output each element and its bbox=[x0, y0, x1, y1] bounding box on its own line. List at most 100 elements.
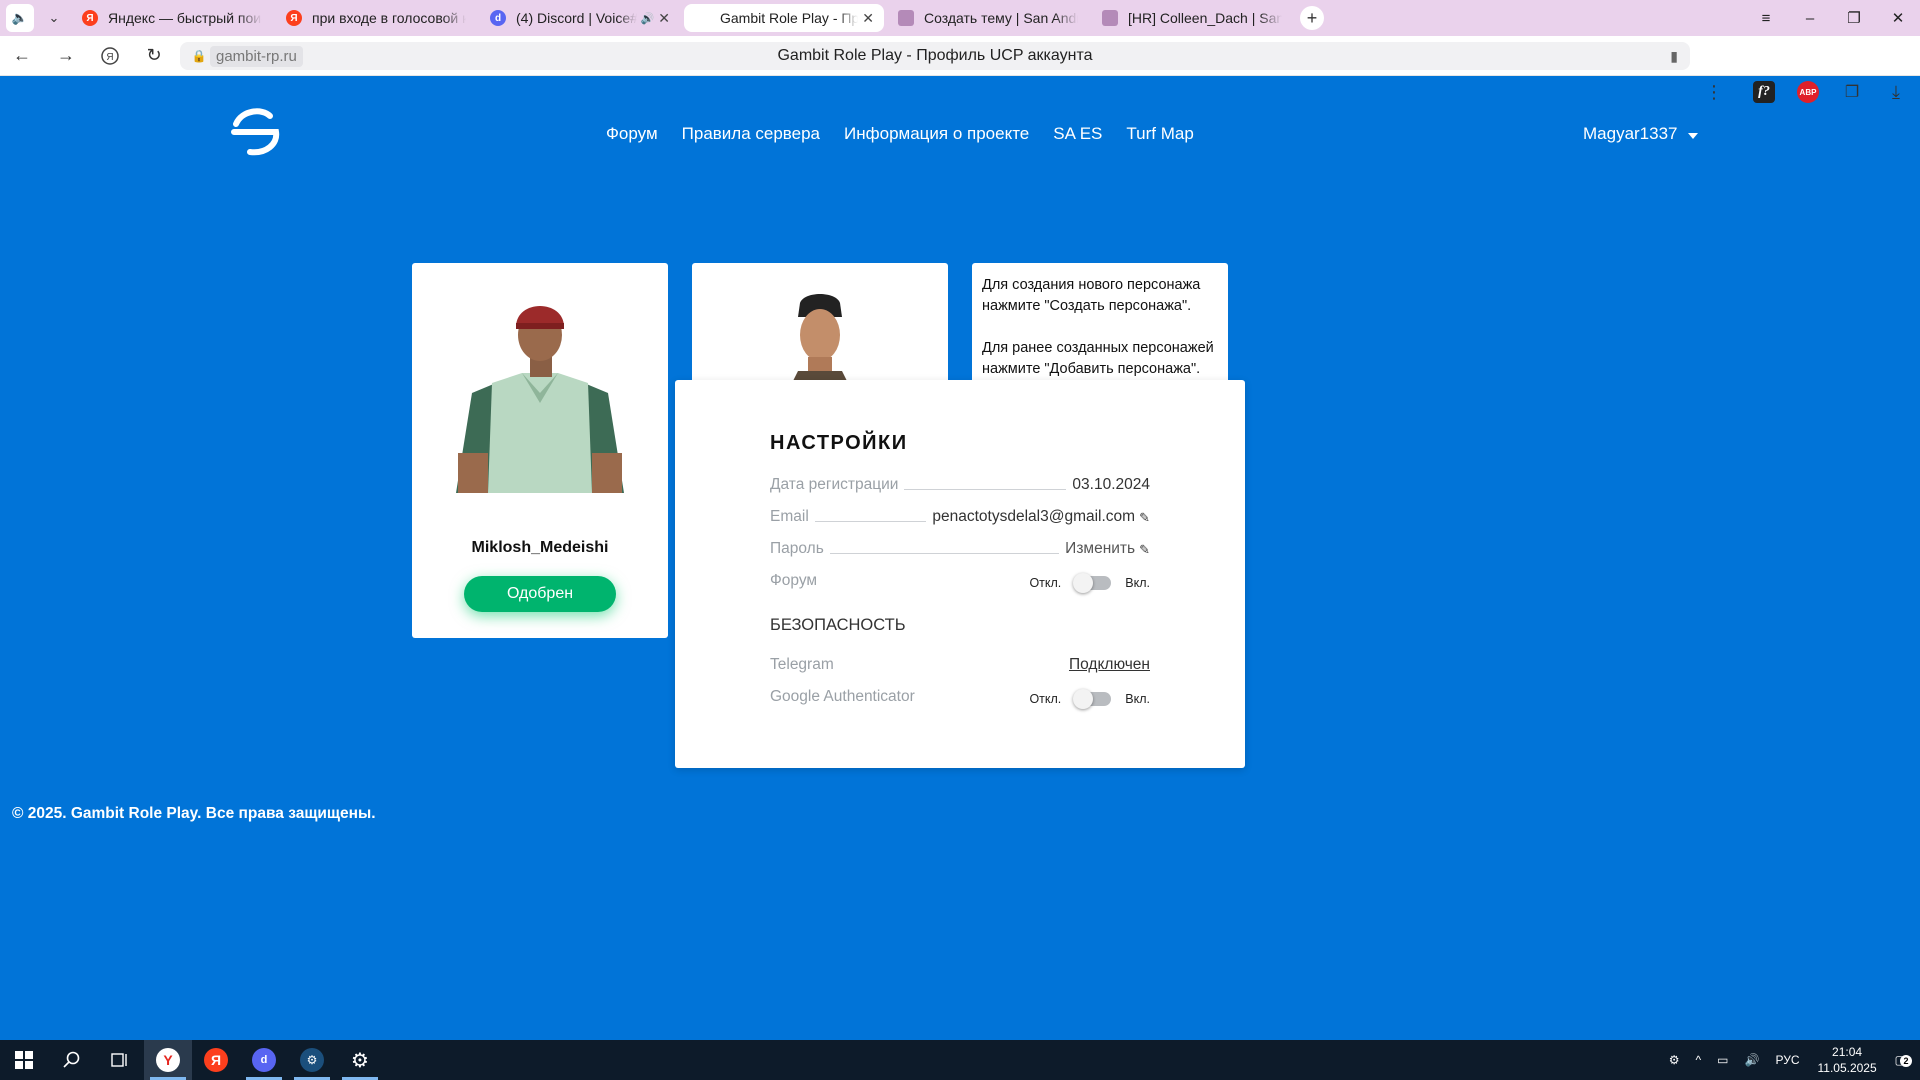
toggle-off-label: Откл. bbox=[1029, 576, 1062, 590]
telegram-row: Telegram Подключен bbox=[770, 652, 1150, 674]
tab-title: при входе в голосовой ка bbox=[312, 10, 466, 26]
nav-project-info[interactable]: Информация о проекте bbox=[844, 124, 1029, 144]
email-row: Email penactotysdelal3@gmail.com ✎ bbox=[770, 504, 1150, 526]
browser-tab[interactable]: d (4) Discord | Voice#1 🔊 ✕ bbox=[480, 4, 680, 32]
info-add-text: Для ранее созданных персонажей нажмите "… bbox=[982, 340, 1214, 377]
svg-text:Я: Я bbox=[106, 52, 113, 63]
back-icon[interactable]: ← bbox=[0, 36, 44, 76]
forum-toggle[interactable] bbox=[1073, 573, 1112, 593]
sound-icon[interactable]: 🔊 bbox=[641, 12, 655, 25]
extension-f-icon[interactable]: f? bbox=[1744, 72, 1784, 112]
nav-sa-es[interactable]: SA ES bbox=[1053, 124, 1102, 144]
character-avatar bbox=[792, 294, 848, 383]
browser-tab[interactable]: [HR] Colleen_Dach | San A bbox=[1092, 4, 1292, 32]
character-card[interactable]: Miklosh_Medeishi Одобрен bbox=[412, 263, 668, 638]
notification-count: 2 bbox=[1900, 1055, 1912, 1067]
forum-label: Форум bbox=[770, 572, 818, 589]
settings-gear-icon[interactable]: ⚙ bbox=[336, 1040, 384, 1080]
google-auth-toggle[interactable] bbox=[1073, 689, 1112, 709]
toggle-off-label: Откл. bbox=[1029, 692, 1062, 706]
security-title: БЕЗОПАСНОСТЬ bbox=[770, 616, 906, 634]
dotted-divider bbox=[814, 521, 927, 522]
lock-icon[interactable]: 🔒 bbox=[188, 49, 210, 63]
language-indicator[interactable]: РУС bbox=[1767, 1053, 1807, 1067]
tab-title: Создать тему | San Andre bbox=[924, 10, 1078, 26]
new-tab-button[interactable]: + bbox=[1300, 6, 1324, 30]
toggle-knob bbox=[1073, 689, 1094, 709]
yandex-browser-taskbar-icon[interactable]: Y bbox=[144, 1040, 192, 1080]
clock[interactable]: 21:04 11.05.2025 bbox=[1807, 1044, 1886, 1076]
info-create-text: Для создания нового персонажа нажмите "С… bbox=[982, 277, 1201, 314]
info-card: Для создания нового персонажа нажмите "С… bbox=[972, 263, 1228, 383]
page-title-in-url: Gambit Role Play - Профиль UCP аккаунта bbox=[777, 47, 1093, 64]
mute-icon[interactable]: 🔈 bbox=[6, 4, 34, 32]
forum-toggle-group: Откл. Вкл. bbox=[1029, 573, 1150, 593]
status-approved-button[interactable]: Одобрен bbox=[464, 576, 616, 612]
menu-icon[interactable]: ≡ bbox=[1744, 0, 1788, 36]
yandex-icon: Я bbox=[286, 10, 302, 26]
settings-title: НАСТРОЙКИ bbox=[770, 432, 908, 454]
close-tab-icon[interactable]: ✕ bbox=[862, 10, 874, 27]
system-tray: ⚙ ^ ▭ 🔊 РУС 21:04 11.05.2025 ▢2 bbox=[1661, 1040, 1920, 1080]
people-icon[interactable]: ⚙ bbox=[1661, 1053, 1688, 1067]
telegram-connected-link[interactable]: Подключен bbox=[1069, 656, 1150, 674]
password-label: Пароль bbox=[770, 540, 824, 557]
nav-forum[interactable]: Форум bbox=[606, 124, 658, 144]
browser-tab-bar: 🔈 ⌄ Я Яндекс — быстрый поиск Я при входе… bbox=[0, 0, 1920, 36]
url-field[interactable]: 🔒 gambit-rp.ru Gambit Role Play - Профил… bbox=[180, 42, 1690, 70]
google-auth-label: Google Authenticator bbox=[770, 688, 915, 705]
toggle-on-label: Вкл. bbox=[1125, 692, 1150, 706]
window-controls: ≡ – ❐ ✕ bbox=[1744, 0, 1920, 36]
download-icon[interactable]: ⤓ bbox=[1876, 72, 1916, 112]
minimize-icon[interactable]: – bbox=[1788, 0, 1832, 36]
edit-password-pencil-icon[interactable]: ✎ bbox=[1139, 542, 1150, 558]
nav-turf-map[interactable]: Turf Map bbox=[1126, 124, 1193, 144]
browser-tab[interactable]: Я при входе в голосовой ка bbox=[276, 4, 476, 32]
windows-start-icon[interactable] bbox=[0, 1040, 48, 1080]
forum-icon bbox=[898, 10, 914, 26]
chevron-up-icon[interactable]: ^ bbox=[1688, 1053, 1710, 1067]
chevron-down-icon bbox=[1687, 133, 1698, 139]
notifications-icon[interactable]: ▢2 bbox=[1887, 1053, 1920, 1067]
character-avatar bbox=[456, 306, 624, 493]
nav-server-rules[interactable]: Правила сервера bbox=[682, 124, 820, 144]
google-auth-row: Google Authenticator Откл. Вкл. bbox=[770, 684, 1150, 709]
edit-email-pencil-icon[interactable]: ✎ bbox=[1139, 510, 1150, 526]
volume-icon[interactable]: 🔊 bbox=[1737, 1053, 1768, 1067]
footer-copyright: © 2025. Gambit Role Play. Все права защи… bbox=[12, 805, 376, 822]
more-icon[interactable]: ⋮ bbox=[1694, 72, 1734, 112]
bookmark-icon[interactable]: ▮ bbox=[1670, 48, 1678, 65]
tab-list-chevron-icon[interactable]: ⌄ bbox=[40, 4, 68, 32]
toggle-knob bbox=[1073, 573, 1094, 593]
close-window-icon[interactable]: ✕ bbox=[1876, 0, 1920, 36]
browser-tab[interactable]: Создать тему | San Andre bbox=[888, 4, 1088, 32]
taskbar: Y Я d ⚙ ⚙ ⚙ ^ ▭ 🔊 РУС 21:04 11.05.2025 ▢… bbox=[0, 1040, 1920, 1080]
forum-icon bbox=[1102, 10, 1118, 26]
yandex-taskbar-icon[interactable]: Я bbox=[192, 1040, 240, 1080]
gambit-icon bbox=[694, 10, 710, 26]
gambit-logo-icon[interactable] bbox=[228, 102, 288, 162]
change-password-link[interactable]: Изменить bbox=[1065, 540, 1135, 558]
discord-icon: d bbox=[490, 10, 506, 26]
close-tab-icon[interactable]: ✕ bbox=[658, 10, 670, 27]
email-label: Email bbox=[770, 508, 809, 525]
search-icon[interactable] bbox=[48, 1040, 96, 1080]
browser-tab[interactable]: Я Яндекс — быстрый поиск bbox=[72, 4, 272, 32]
url-domain[interactable]: gambit-rp.ru bbox=[210, 45, 303, 67]
discord-taskbar-icon[interactable]: d bbox=[240, 1040, 288, 1080]
restore-icon[interactable]: ❐ bbox=[1832, 0, 1876, 36]
clock-date: 11.05.2025 bbox=[1817, 1061, 1877, 1075]
task-view-icon[interactable] bbox=[96, 1040, 144, 1080]
steam-taskbar-icon[interactable]: ⚙ bbox=[288, 1040, 336, 1080]
collections-icon[interactable]: ❐ bbox=[1832, 72, 1872, 112]
user-menu[interactable]: Magyar1337 bbox=[1583, 124, 1698, 144]
forward-icon[interactable]: → bbox=[44, 36, 88, 76]
yandex-protect-icon[interactable]: Я bbox=[88, 36, 132, 76]
network-icon[interactable]: ▭ bbox=[1709, 1053, 1736, 1067]
toggle-on-label: Вкл. bbox=[1125, 576, 1150, 590]
adblock-icon[interactable]: ABP bbox=[1788, 72, 1828, 112]
browser-tab-active[interactable]: Gambit Role Play - Проф ✕ bbox=[684, 4, 884, 32]
character-card-2[interactable] bbox=[692, 263, 948, 383]
telegram-label: Telegram bbox=[770, 656, 834, 673]
reload-icon[interactable]: ↻ bbox=[132, 36, 176, 76]
